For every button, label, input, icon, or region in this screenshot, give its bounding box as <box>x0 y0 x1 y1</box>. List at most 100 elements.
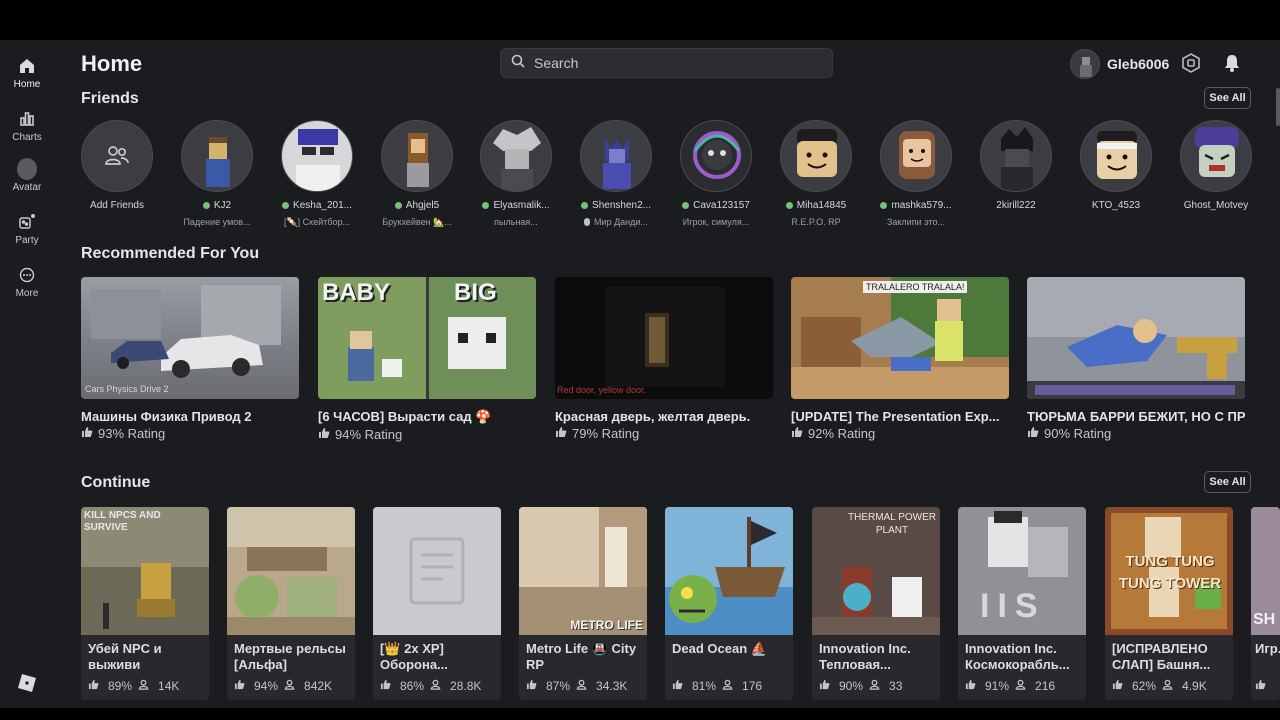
game-title: Убей NPC и выживи <box>88 641 162 672</box>
user-profile[interactable]: Gleb6006 <box>1070 49 1169 79</box>
robux-icon[interactable] <box>1181 53 1201 73</box>
continue-card[interactable]: SH Игр... кре... <box>1251 507 1280 700</box>
game-thumbnail <box>1027 277 1245 399</box>
sidebar-item-party[interactable]: Party <box>0 208 54 254</box>
friend-name: Miha14845 <box>796 200 847 211</box>
more-icon <box>17 265 37 285</box>
game-indicator <box>584 218 591 226</box>
thumbnail-caption: BIG <box>454 279 497 306</box>
friend-item[interactable]: KJ2 Падение умов... <box>167 120 267 227</box>
thumbs-up-icon <box>318 427 330 442</box>
recommended-title: Recommended For You <box>81 245 260 262</box>
online-indicator <box>282 202 290 209</box>
friend-name: Add Friends <box>90 200 144 211</box>
friend-item[interactable]: Miha14845 R.E.P.O. RP <box>766 120 866 227</box>
online-indicator <box>682 202 690 209</box>
sidebar-item-more[interactable]: More <box>0 261 54 307</box>
friend-item[interactable]: Ahgjel5 Брукхейвен 🏡... <box>367 120 467 228</box>
friend-item[interactable]: Shenshen2... Мир Данди... <box>566 120 666 227</box>
sidebar-item-avatar[interactable]: Avatar <box>0 155 54 201</box>
continue-see-all-button[interactable]: See All <box>1204 471 1251 493</box>
game-rating: 86% <box>400 679 425 693</box>
sidebar-item-label: Home <box>13 79 41 90</box>
players-icon <box>722 679 736 693</box>
search-icon <box>511 54 525 73</box>
friend-item[interactable]: mashka579... Заклипи это... <box>866 120 966 227</box>
sidebar-item-label: Charts <box>12 132 42 143</box>
game-title: Красная дверь, желтая дверь. <box>555 409 751 424</box>
continue-card[interactable]: Dead Ocean ⛵ 81% 176 <box>665 507 793 700</box>
friend-name: Kesha_201... <box>293 200 352 211</box>
game-thumbnail <box>373 507 501 635</box>
continue-card[interactable]: KILL NPCS AND SURVIVE Убей NPC и выживи … <box>81 507 209 700</box>
thumbs-up-icon <box>380 679 394 693</box>
continue-card[interactable]: METRO LIFE Metro Life 🚇 City RP 87% 34.3… <box>519 507 647 700</box>
friend-avatar <box>780 120 852 192</box>
friend-avatar <box>480 120 552 192</box>
friend-item[interactable]: Ghost_Motvey <box>1166 120 1266 211</box>
thumbs-up-icon <box>526 679 540 693</box>
game-title: Машины Физика Привод 2 <box>81 409 252 424</box>
thumbnail-caption: KILL NPCS AND SURVIVE <box>84 510 161 533</box>
player-count: 842K <box>304 679 333 693</box>
friend-item[interactable]: KTO_4523 <box>1066 120 1166 211</box>
thumbs-up-icon <box>1112 679 1126 693</box>
friend-status: Брукхейвен 🏡... <box>382 217 452 227</box>
thumbnail-caption: SH <box>1253 611 1276 628</box>
search-input[interactable] <box>534 55 814 71</box>
game-card[interactable]: ТЮРЬМА БАРРИ БЕЖИТ, НО С ПРЕ... 90% Rati… <box>1027 277 1245 441</box>
game-card[interactable]: TRALALERO TRALALA! [UPDATE] The Presenta… <box>791 277 1009 441</box>
game-title: Dead Ocean ⛵ <box>672 641 767 656</box>
party-icon <box>17 212 37 232</box>
game-card[interactable]: BABY BIG [6 ЧАСОВ] Вырасти сад 🍄 94% Rat… <box>318 277 536 442</box>
thumbs-up-icon <box>1255 679 1269 693</box>
friend-item[interactable]: Cava123157 Игрок, симуля... <box>666 120 766 227</box>
player-count: 216 <box>1035 679 1056 693</box>
game-card[interactable]: Cars Physics Drive 2 Машины Физика Приво… <box>81 277 299 441</box>
continue-card[interactable]: TUNG TUNG TUNG TOWER [ИСПРАВЛЕНО СЛАП] Б… <box>1105 507 1233 700</box>
online-indicator <box>785 202 793 209</box>
friend-name: Ahgjel5 <box>405 200 440 211</box>
game-rating: 92% Rating <box>808 426 876 441</box>
game-rating: 79% Rating <box>572 426 640 441</box>
notification-bell-icon[interactable] <box>1221 52 1243 74</box>
game-rating: 94% <box>254 679 279 693</box>
thumbnail-caption: BABY <box>322 279 391 306</box>
add-friends-button[interactable]: Add Friends <box>67 120 167 211</box>
search-bar[interactable] <box>500 48 833 78</box>
thumbnail-caption: Cars Physics Drive 2 <box>85 384 169 394</box>
game-thumbnail <box>227 507 355 635</box>
sidebar-item-charts[interactable]: Charts <box>0 105 54 151</box>
friends-see-all-button[interactable]: See All <box>1204 87 1251 109</box>
game-title: [UPDATE] The Presentation Exp... <box>791 409 1000 424</box>
page-title: Home <box>81 51 143 76</box>
player-count: 4.9K <box>1182 679 1207 693</box>
friend-name: Elyasmalik... <box>493 200 550 211</box>
friend-item[interactable]: 2kirill222 <box>966 120 1066 211</box>
avatar <box>1070 49 1100 79</box>
game-rating: 90% Rating <box>1044 426 1112 441</box>
continue-card[interactable]: IIS Innovation Inc. Космокорабль... 91% … <box>958 507 1086 700</box>
thumbs-up-icon <box>81 426 93 441</box>
players-icon <box>138 679 152 693</box>
game-rating: 89% <box>108 679 133 693</box>
friend-avatar <box>1080 120 1152 192</box>
continue-card[interactable]: Мертвые рельсы [Альфа] 94% 842K <box>227 507 355 700</box>
roblox-logo-icon[interactable] <box>17 673 37 693</box>
friend-item[interactable]: Kesha_201... [🍡] Скейтбор... <box>267 120 367 228</box>
thumbnail-caption: TUNG TUNG TUNG TOWER <box>1118 553 1222 592</box>
game-title: [👑 2x XP] Оборона... <box>380 641 448 672</box>
vertical-scrollbar[interactable] <box>1276 88 1280 126</box>
letterbox-top <box>0 0 1280 40</box>
friend-item[interactable]: Elyasmalik... пыльная... <box>466 120 566 227</box>
friend-name: 2kirill222 <box>996 200 1036 211</box>
roblox-app: Home Charts Avatar Party More Home Searc… <box>0 40 1280 708</box>
friend-name: Ghost_Motvey <box>1183 200 1249 211</box>
game-card[interactable]: Red door, yellow door. Красная дверь, же… <box>555 277 773 441</box>
sidebar-item-label: Party <box>15 235 39 246</box>
game-thumbnail: Cars Physics Drive 2 <box>81 277 299 399</box>
continue-card[interactable]: THERMAL POWER PLANT Innovation Inc. Тепл… <box>812 507 940 700</box>
game-thumbnail: Red door, yellow door. <box>555 277 773 399</box>
continue-card[interactable]: [👑 2x XP] Оборона... 86% 28.8K <box>373 507 501 700</box>
sidebar-item-home[interactable]: Home <box>0 52 54 98</box>
